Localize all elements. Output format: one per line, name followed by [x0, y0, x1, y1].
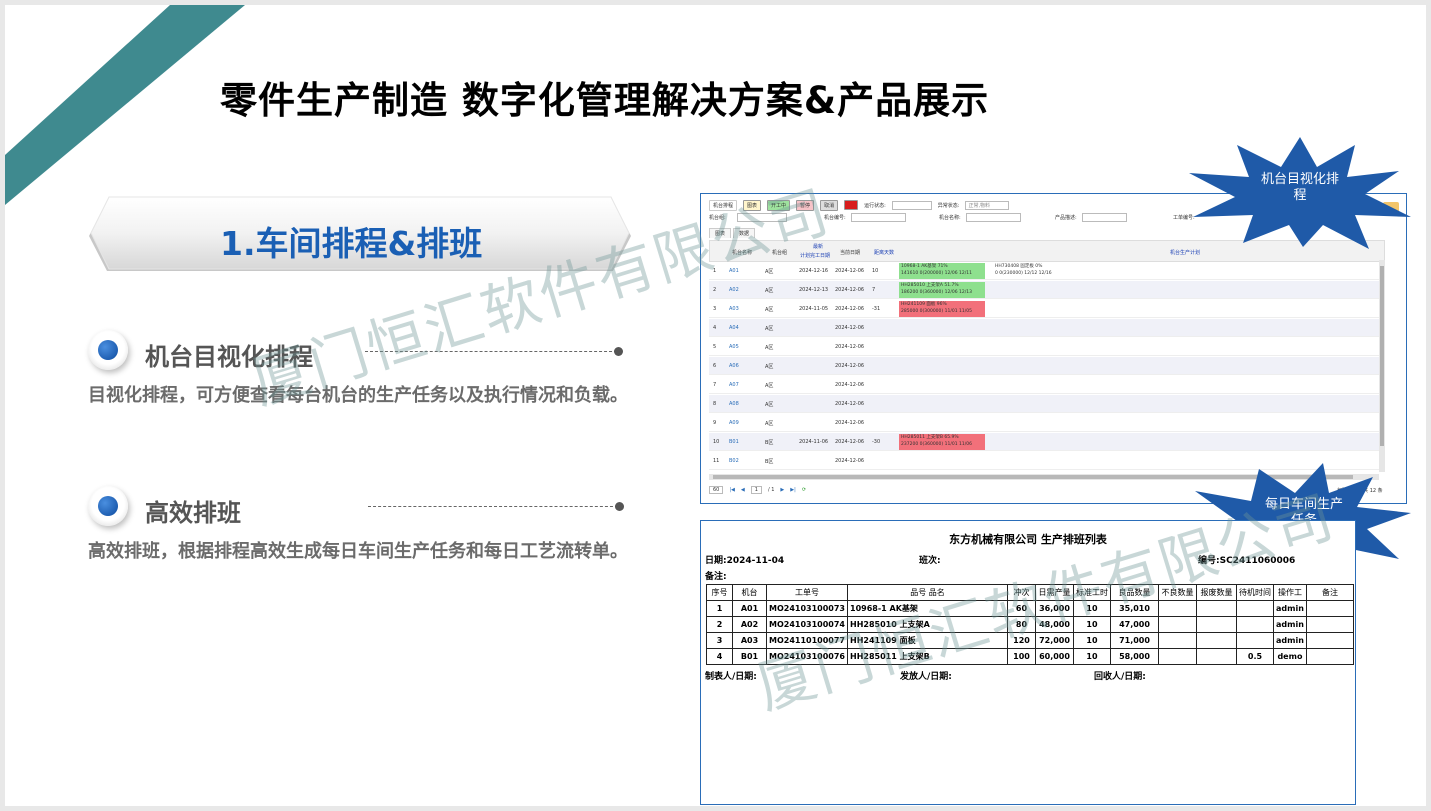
- table-row[interactable]: 5 A05 A区 2024-12-06: [709, 338, 1379, 356]
- col-days-left: 距离天数: [874, 250, 895, 256]
- task-block[interactable]: HH241109 面板 96% 285000 0(300000) 11/01 11…: [899, 301, 985, 317]
- machine-link[interactable]: A05: [729, 344, 739, 350]
- machine-link[interactable]: A09: [729, 420, 739, 426]
- corner-decoration: [5, 5, 245, 205]
- table-row[interactable]: 9 A09 A区 2024-12-06: [709, 414, 1379, 432]
- page-size-select[interactable]: 60: [709, 486, 724, 494]
- machine-link[interactable]: A04: [729, 325, 739, 331]
- machine-link[interactable]: A08: [729, 401, 739, 407]
- machine-link[interactable]: A06: [729, 363, 739, 369]
- page-title: 零件生产制造 数字化管理解决方案&产品展示: [220, 79, 990, 122]
- task-block[interactable]: HH730408 固定板 0% 0 0(230000) 12/12 12/16: [993, 263, 1079, 279]
- machine-code-input[interactable]: [851, 213, 906, 222]
- pagination: 60 |◀ ◀ 1 / 1 ▶ ▶| ⟳: [709, 484, 806, 496]
- table-row[interactable]: 4 A04 A区 2024-12-06: [709, 319, 1379, 337]
- machine-link[interactable]: B02: [729, 458, 739, 464]
- run-status-select[interactable]: [891, 200, 932, 210]
- table-row[interactable]: 1 A01 A区 2024-12-16 2024-12-06 10 10968-…: [709, 262, 1379, 280]
- table-row[interactable]: 7 A07 A区 2024-12-06: [709, 376, 1379, 394]
- machine-name-input[interactable]: [966, 213, 1021, 222]
- first-page-icon[interactable]: |◀: [729, 487, 735, 493]
- footer-maker: 制表人/日期:: [705, 672, 757, 682]
- report-date: 日期:2024-11-04: [705, 556, 785, 566]
- table-row[interactable]: 10 B01 B区 2024-11-06 2024-12-06 -30 HH28…: [709, 433, 1379, 451]
- machine-link[interactable]: A02: [729, 287, 739, 293]
- table-row[interactable]: 2 A02 A区 2024-12-13 2024-12-06 7 HH28501…: [709, 281, 1379, 299]
- divider-end-dot: [615, 502, 624, 511]
- product-desc-input[interactable]: [1082, 213, 1127, 222]
- next-page-icon[interactable]: ▶: [780, 487, 784, 493]
- slide: 零件生产制造 数字化管理解决方案&产品展示 1.车间排程&排班 机台目视化排程 …: [5, 5, 1426, 806]
- bullet-icon: [88, 330, 128, 370]
- col-current-date: 当前日期: [840, 250, 861, 256]
- abnormal-status-select[interactable]: 正常,物料: [965, 200, 1010, 210]
- feature-desc-2: 高效排班，根据排程高效生成每日车间生产任务和每日工艺流转单。: [88, 541, 628, 562]
- run-status-label: 运行状态:: [864, 202, 886, 209]
- task-block[interactable]: HH285010 上支架A 51.7% 186200 0(360000) 12/0…: [899, 282, 985, 298]
- callout-text-1: 机台目视化排程: [1260, 172, 1339, 203]
- table-row[interactable]: 3 A03 A区 2024-11-05 2024-12-06 -31 HH241…: [709, 300, 1379, 318]
- report-shift: 班次:: [919, 556, 941, 566]
- report-note: 备注:: [705, 572, 727, 582]
- bullet-icon: [88, 486, 128, 526]
- footer-receiver: 回收人/日期:: [1094, 672, 1146, 682]
- machine-link[interactable]: B01: [729, 439, 739, 445]
- stopped-filter-button[interactable]: [844, 200, 859, 210]
- task-block[interactable]: 10968-1 AK基架 71% 141610 0(200000) 12/06 1…: [899, 263, 985, 279]
- refresh-icon[interactable]: ⟳: [802, 487, 806, 493]
- table-row[interactable]: 6 A06 A区 2024-12-06: [709, 357, 1379, 375]
- machine-link[interactable]: A07: [729, 382, 739, 388]
- divider-end-dot: [614, 347, 623, 356]
- vertical-scrollbar[interactable]: [1379, 260, 1385, 472]
- feature-title-2: 高效排班: [145, 499, 241, 527]
- section-title: 1.车间排程&排班: [220, 224, 483, 263]
- divider-line: [368, 506, 618, 507]
- page-number-input[interactable]: 1: [750, 486, 762, 494]
- task-block[interactable]: HH285011 上支架B 65.9% 237200 0(360000) 11/0…: [899, 434, 985, 450]
- machine-link[interactable]: A03: [729, 306, 739, 312]
- abnormal-status-label: 异常状态:: [937, 202, 960, 209]
- product-desc-label: 产品描述:: [1055, 215, 1077, 221]
- last-page-icon[interactable]: ▶|: [790, 487, 796, 493]
- machine-name-label: 机台名称:: [939, 215, 961, 221]
- page-total: / 1: [767, 487, 775, 493]
- table-row[interactable]: 8 A08 A区 2024-12-06: [709, 395, 1379, 413]
- prev-page-icon[interactable]: ◀: [741, 487, 745, 493]
